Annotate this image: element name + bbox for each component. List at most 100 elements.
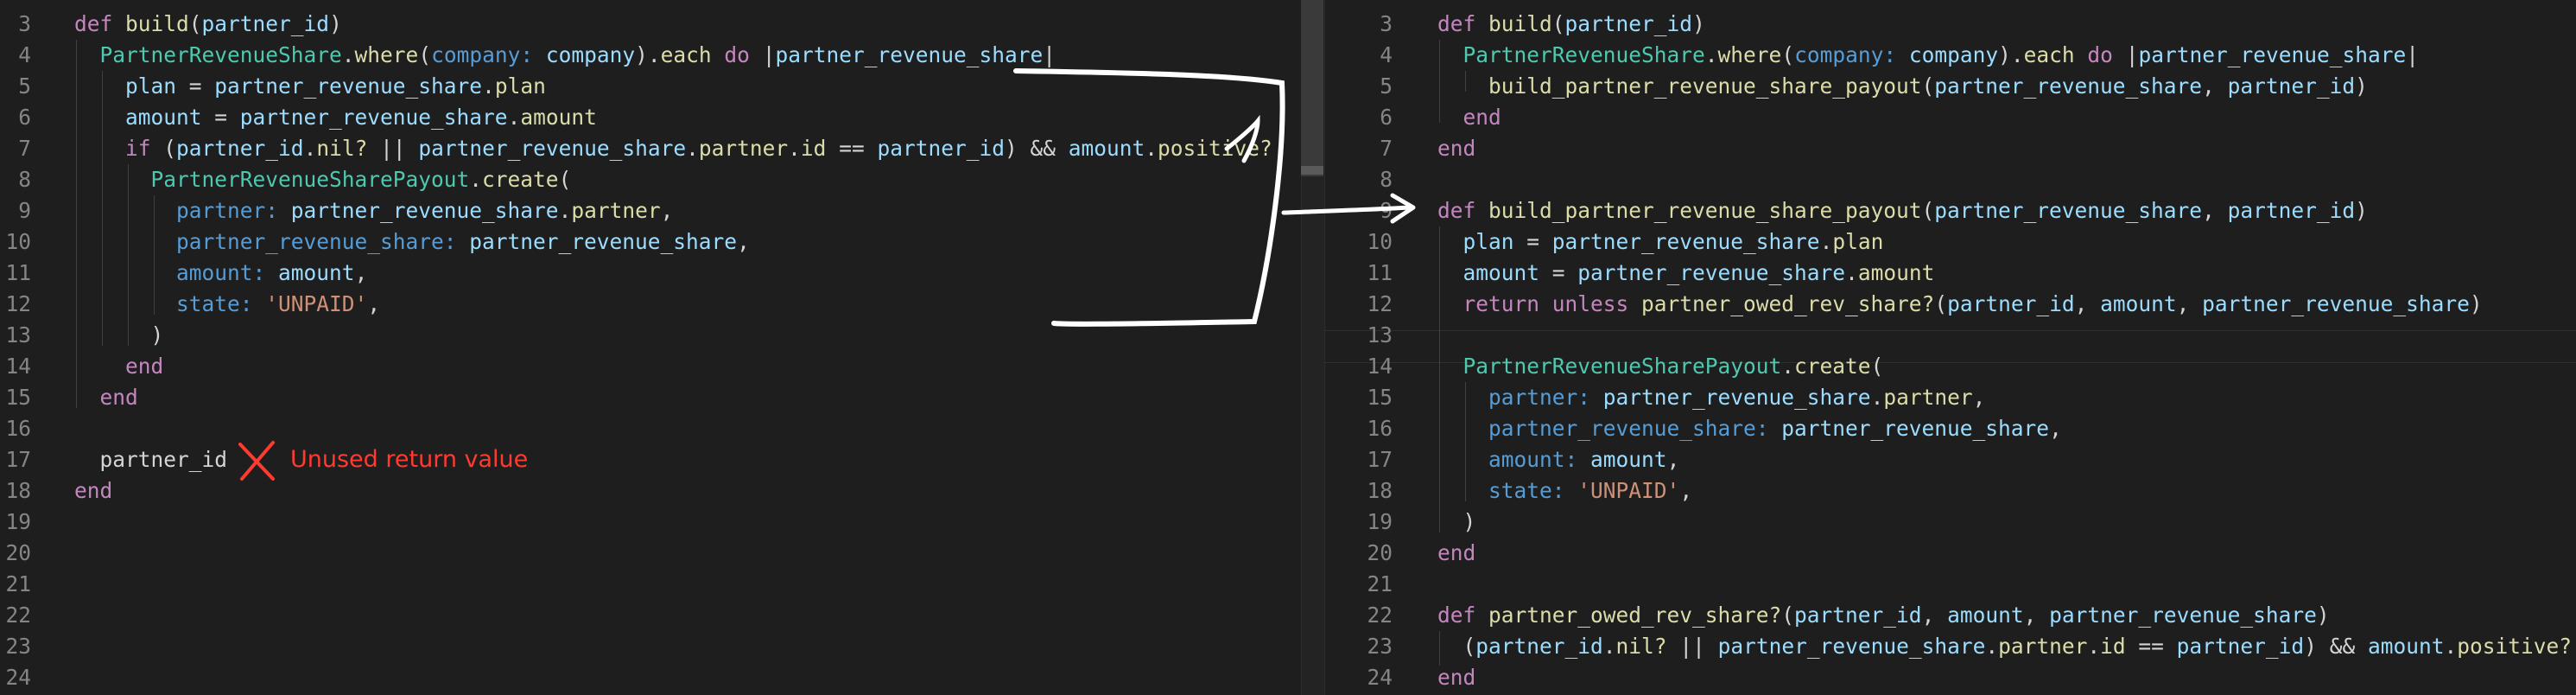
code-token: build bbox=[125, 11, 189, 36]
code-token: partner_revenue_share bbox=[1577, 260, 1846, 285]
code-line[interactable]: 6 amount = partner_revenue_share.amount bbox=[0, 102, 1301, 133]
code-token: plan bbox=[494, 73, 546, 99]
code-token: ) bbox=[2355, 73, 2368, 99]
code-token: | bbox=[2406, 42, 2419, 67]
code-token: company: bbox=[431, 42, 534, 67]
code-line[interactable]: 17 amount: amount, bbox=[1323, 444, 2576, 475]
code-line[interactable]: 18 state: 'UNPAID', bbox=[1323, 475, 2576, 507]
code-line[interactable]: 22 def partner_owed_rev_share?(partner_id… bbox=[1323, 600, 2576, 631]
code-token: nil? bbox=[1615, 634, 1667, 659]
code-token: . bbox=[788, 136, 801, 161]
line-code: PartnerRevenueShare.where(company: compa… bbox=[1437, 40, 2419, 71]
code-line[interactable]: 4 PartnerRevenueShare.where(company: com… bbox=[0, 40, 1301, 71]
code-token: company: bbox=[1794, 42, 1897, 67]
code-line[interactable]: 20 bbox=[0, 538, 1301, 569]
code-line[interactable]: 14 PartnerRevenueSharePayout.create( bbox=[1323, 351, 2576, 382]
code-token: , bbox=[1972, 385, 1986, 410]
code-token: . bbox=[1781, 354, 1795, 379]
code-line[interactable]: 23 bbox=[0, 631, 1301, 662]
code-token: . bbox=[303, 136, 317, 161]
code-token: ( bbox=[1781, 603, 1795, 628]
unused-return-annotation: Unused return value bbox=[290, 446, 529, 473]
code-line[interactable]: 21 bbox=[0, 569, 1301, 600]
code-line[interactable]: 17 partner_id bbox=[0, 444, 1301, 475]
code-line[interactable]: 18 end bbox=[0, 475, 1301, 507]
code-line[interactable]: 9 partner: partner_revenue_share.partner… bbox=[0, 195, 1301, 226]
code-token: partner_revenue_share bbox=[290, 198, 559, 223]
code-line[interactable]: 10 partner_revenue_share: partner_revenu… bbox=[0, 226, 1301, 258]
left-editor-pane[interactable]: 3 def build(partner_id) 4 PartnerRevenueSh… bbox=[0, 0, 1301, 695]
code-line[interactable]: 13 bbox=[1323, 320, 2576, 351]
code-token: amount bbox=[1068, 136, 1145, 161]
code-token: partner: bbox=[1488, 385, 1591, 410]
code-token: plan bbox=[1832, 229, 1884, 254]
code-line[interactable]: 20 end bbox=[1323, 538, 2576, 569]
line-number: 7 bbox=[1380, 136, 1393, 161]
code-token: . bbox=[1985, 634, 1999, 659]
code-line[interactable]: 21 bbox=[1323, 569, 2576, 600]
code-line[interactable]: 12 state: 'UNPAID', bbox=[0, 289, 1301, 320]
code-line[interactable]: 24 end bbox=[1323, 662, 2576, 693]
code-line[interactable]: 19 bbox=[0, 507, 1301, 538]
line-code: PartnerRevenueSharePayout.create( bbox=[1437, 351, 1884, 382]
code-token: build bbox=[1488, 11, 1552, 36]
code-line[interactable]: 5 build_partner_revenue_share_payout(par… bbox=[1323, 71, 2576, 102]
right-editor-pane[interactable]: 3 def build(partner_id) 4 PartnerRevenueSh… bbox=[1323, 0, 2576, 695]
code-line[interactable]: 6 end bbox=[1323, 102, 2576, 133]
code-line[interactable]: 22 bbox=[0, 600, 1301, 631]
code-line[interactable]: 16 partner_revenue_share: partner_revenu… bbox=[1323, 413, 2576, 444]
code-line[interactable]: 3 def build(partner_id) bbox=[1323, 9, 2576, 40]
code-token: amount bbox=[1590, 447, 1667, 472]
code-line[interactable]: 14 end bbox=[0, 351, 1301, 382]
code-line[interactable]: 13 ) bbox=[0, 320, 1301, 351]
code-token: def bbox=[1437, 603, 1489, 628]
line-number: 18 bbox=[1367, 478, 1393, 503]
code-line[interactable]: 11 amount: amount, bbox=[0, 258, 1301, 289]
code-token: 'UNPAID' bbox=[1577, 478, 1680, 503]
code-line[interactable]: 23 (partner_id.nil? || partner_revenue_s… bbox=[1323, 631, 2576, 662]
line-number: 20 bbox=[1367, 540, 1393, 565]
code-token: amount bbox=[1947, 603, 2024, 628]
code-line[interactable]: 8 bbox=[1323, 164, 2576, 195]
code-line[interactable]: 9 def build_partner_revenue_share_payout(… bbox=[1323, 195, 2576, 226]
code-line[interactable]: 15 partner: partner_revenue_share.partne… bbox=[1323, 382, 2576, 413]
code-line[interactable]: 5 plan = partner_revenue_share.plan bbox=[0, 71, 1301, 102]
code-line[interactable]: 4 PartnerRevenueShare.where(company: com… bbox=[1323, 40, 2576, 71]
code-line[interactable]: 10 plan = partner_revenue_share.plan bbox=[1323, 226, 2576, 258]
code-token: , bbox=[2202, 73, 2228, 99]
line-code: amount: amount, bbox=[74, 258, 367, 289]
code-line[interactable]: 16 bbox=[0, 413, 1301, 444]
code-line[interactable]: 12 return unless partner_owed_rev_share?… bbox=[1323, 289, 2576, 320]
code-token: amount bbox=[125, 105, 202, 130]
code-token: partner_id bbox=[2176, 634, 2305, 659]
line-code: plan = partner_revenue_share.plan bbox=[1437, 226, 1884, 258]
line-code: end bbox=[1437, 538, 1475, 569]
line-code: ) bbox=[1437, 507, 1476, 538]
line-code: end bbox=[74, 382, 138, 413]
code-line[interactable]: 11 amount = partner_revenue_share.amount bbox=[1323, 258, 2576, 289]
code-line[interactable]: 8 PartnerRevenueSharePayout.create( bbox=[0, 164, 1301, 195]
code-token: company bbox=[545, 42, 636, 67]
code-line[interactable]: 3 def build(partner_id) bbox=[0, 9, 1301, 40]
code-line[interactable]: 19 ) bbox=[1323, 507, 2576, 538]
code-token: amount bbox=[1857, 260, 1935, 285]
code-line[interactable]: 24 bbox=[0, 662, 1301, 693]
code-line[interactable]: 7 end bbox=[1323, 133, 2576, 164]
code-token: partner_id bbox=[1564, 11, 1693, 36]
code-token: amount bbox=[278, 260, 355, 285]
code-token: partner_id bbox=[877, 136, 1005, 161]
code-token: state: bbox=[1488, 478, 1565, 503]
code-token: end bbox=[1462, 105, 1501, 130]
code-line[interactable]: 15 end bbox=[0, 382, 1301, 413]
code-line[interactable]: 7 if (partner_id.nil? || partner_revenue… bbox=[0, 133, 1301, 164]
scrollbar-thumb[interactable] bbox=[1301, 0, 1323, 176]
code-token: amount bbox=[2100, 291, 2177, 316]
line-code: partner_revenue_share: partner_revenue_s… bbox=[1437, 413, 2062, 444]
